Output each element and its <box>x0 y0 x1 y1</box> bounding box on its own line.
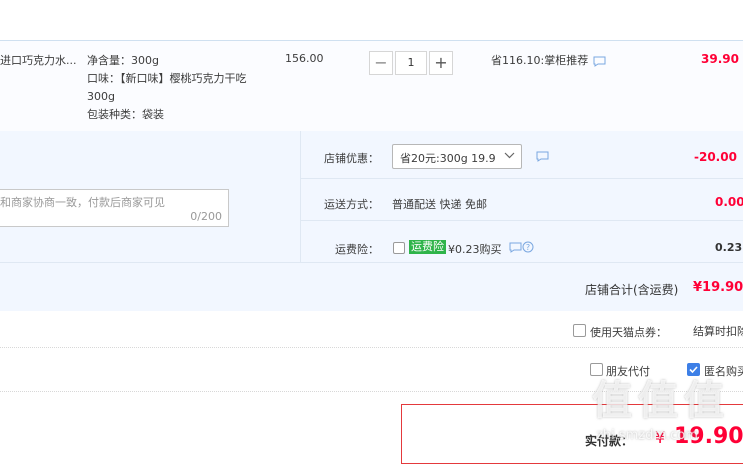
message-placeholder: 和商家协商一致，付款后商家可见 <box>0 196 165 209</box>
seller-message-input[interactable]: 和商家协商一致，付款后商家可见 0/200 <box>0 189 229 227</box>
insurance-checkbox[interactable] <box>393 242 405 254</box>
sku-package: 包装种类：袋装 <box>87 108 164 121</box>
sku-flavor: 口味：【新口味】樱桃巧克力干吃 <box>87 72 247 85</box>
help-icon[interactable]: ? <box>522 241 534 256</box>
svg-text:?: ? <box>526 243 530 252</box>
insurance-label: 运费险： <box>335 243 379 256</box>
message-counter: 0/200 <box>190 210 222 223</box>
tmall-points-checkbox[interactable] <box>573 324 586 337</box>
sku-weight: 净含量：300g <box>87 54 159 67</box>
quantity-increase-button[interactable]: + <box>429 51 453 75</box>
insurance-tag: 运费险 <box>409 240 446 254</box>
quantity-decrease-button[interactable]: − <box>369 51 393 75</box>
section-divider <box>0 347 743 348</box>
comment-icon[interactable] <box>536 151 549 165</box>
shop-total-amount: ¥19.90 <box>693 280 743 295</box>
comment-icon[interactable] <box>593 56 606 70</box>
tmall-points-label: 使用天猫点券： <box>590 326 667 339</box>
item-subtotal: 39.90 <box>701 52 739 66</box>
shop-discount-amount: -20.00 <box>694 150 737 164</box>
shop-discount-value: 省20元:300g 19.9 <box>400 152 496 165</box>
panel-line <box>300 178 743 179</box>
tmall-points-note: 结算时扣除 <box>693 325 743 338</box>
panel-line <box>300 220 743 221</box>
shipping-label: 运送方式： <box>324 198 379 211</box>
item-sku-info: 净含量：300g 口味：【新口味】樱桃巧克力干吃 300g 包装种类：袋装 <box>87 52 247 124</box>
chevron-down-icon <box>504 150 515 164</box>
comment-icon[interactable] <box>509 242 522 256</box>
shipping-method: 普通配送 快递 免邮 <box>392 198 487 211</box>
panel-divider <box>300 131 301 262</box>
saving-text: 省116.10:掌柜推荐 <box>491 54 589 67</box>
watermark-url: zhi.smzdm.com <box>596 428 698 443</box>
shop-discount-label: 店铺优惠： <box>324 152 379 165</box>
panel-line <box>0 262 743 263</box>
insurance-amount: 0.23 <box>715 241 743 254</box>
watermark-logo: 值 值 值 <box>592 378 724 424</box>
item-title[interactable]: 进口巧克力水... <box>0 52 80 68</box>
unit-price: 156.00 <box>285 52 324 65</box>
shop-total-label: 店铺合计(含运费) <box>585 283 679 297</box>
sku-flavor-size: 300g <box>87 90 115 103</box>
shipping-amount: 0.00 <box>715 195 743 209</box>
quantity-input[interactable]: 1 <box>395 51 427 75</box>
shop-discount-select[interactable]: 省20元:300g 19.9 <box>392 144 522 169</box>
insurance-price: ¥0.23购买 <box>448 243 502 256</box>
